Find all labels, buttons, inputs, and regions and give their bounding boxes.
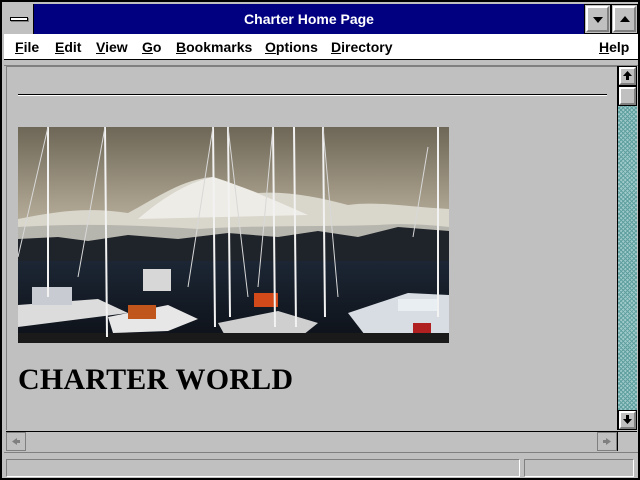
page-heading: CHARTER WORLD [18,363,294,396]
scroll-left-button[interactable] [6,432,26,451]
scroll-up-button[interactable] [618,66,637,86]
marina-photo-graphic [18,127,449,343]
menu-directory[interactable]: Directory [331,34,392,60]
horizontal-rule [18,94,607,96]
system-menu-icon[interactable] [4,4,34,34]
page-content: CHARTER WORLD [6,66,617,430]
menu-options[interactable]: Options [265,34,318,60]
minimize-icon [593,17,603,23]
window-title: Charter Home Page [244,11,374,27]
menu-help[interactable]: Help [599,34,629,60]
minimize-button[interactable] [584,4,611,34]
vertical-scroll-thumb[interactable] [618,86,637,106]
arrow-left-icon [12,438,20,445]
status-bar [4,452,638,478]
vertical-scrollbar[interactable] [617,66,637,430]
title-bar[interactable]: Charter Home Page [4,4,638,34]
scroll-down-button[interactable] [618,410,637,430]
menu-edit[interactable]: Edit [55,34,81,60]
scrollbar-corner [617,431,637,451]
arrow-right-icon [603,438,611,445]
browser-window: Charter Home Page File Edit View Go Book… [0,0,640,480]
scroll-right-button[interactable] [597,432,617,451]
menu-file[interactable]: File [15,34,39,60]
marina-photo [18,127,449,343]
status-text [6,459,520,477]
menu-go[interactable]: Go [142,34,161,60]
menu-view[interactable]: View [96,34,128,60]
horizontal-scrollbar[interactable] [6,431,617,451]
maximize-button[interactable] [611,4,638,34]
arrow-down-icon [623,415,632,424]
arrow-up-icon [623,71,632,80]
menu-bar: File Edit View Go Bookmarks Options Dire… [4,34,638,60]
menu-bookmarks[interactable]: Bookmarks [176,34,252,60]
progress-indicator [524,459,634,477]
maximize-icon [620,16,630,22]
